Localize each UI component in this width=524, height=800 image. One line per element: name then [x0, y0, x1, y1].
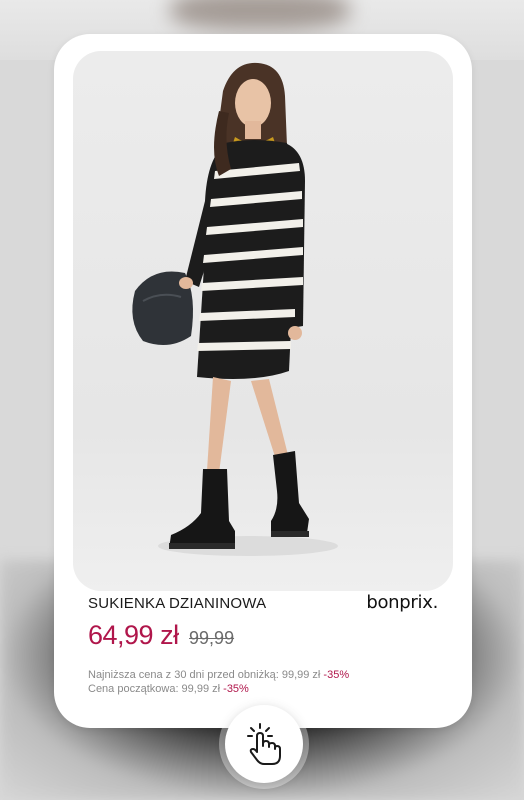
lowest-price-label: Najniższa cena z 30 dni przed obniżką: 9… [88, 669, 321, 681]
initial-price-note: Cena początkowa: 99,99 zł -35% [88, 682, 349, 696]
product-card[interactable]: SUKIENKA DZIANINOWA bonprix. 64,99 zł 99… [54, 34, 472, 728]
model-illustration [132, 62, 338, 556]
old-price: 99,99 [189, 628, 235, 648]
hand-tap-icon [247, 723, 281, 765]
price-notes: Najniższa cena z 30 dni przed obniżką: 9… [88, 668, 349, 696]
price-row: 64,99 zł 99,99 [88, 620, 234, 651]
lowest-price-note: Najniższa cena z 30 dni przed obniżką: 9… [88, 668, 349, 682]
current-price: 64,99 zł [88, 620, 179, 650]
tap-button[interactable] [225, 705, 303, 783]
lowest-price-discount: -35% [323, 669, 350, 681]
initial-price-discount: -35% [223, 683, 249, 695]
product-photo[interactable] [73, 51, 453, 591]
initial-price-label: Cena początkowa: 99,99 zł [88, 683, 221, 695]
product-title[interactable]: SUKIENKA DZIANINOWA [88, 595, 266, 612]
brand-logo: bonprix. [366, 592, 438, 613]
